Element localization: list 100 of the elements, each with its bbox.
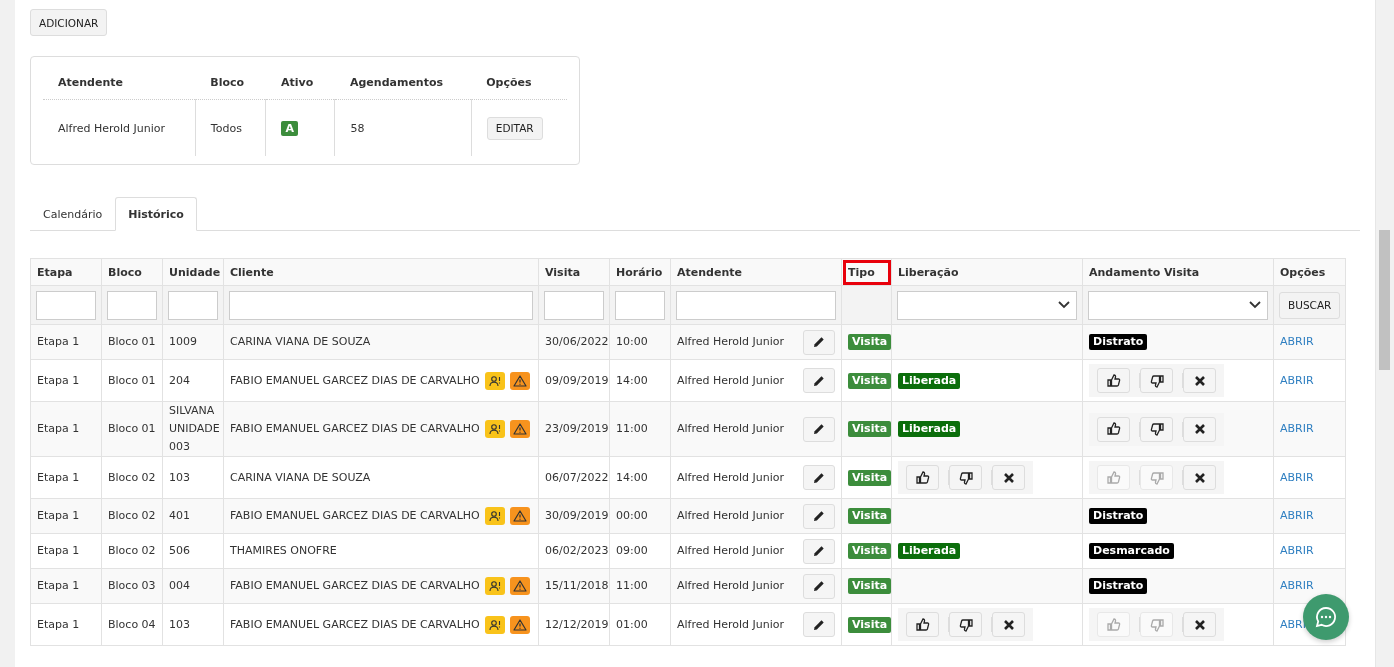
edit-pencil-button[interactable] <box>803 329 835 355</box>
thumbs-down-button[interactable] <box>949 465 982 490</box>
column-header: Atendente <box>43 65 196 100</box>
table-cell: 09/09/2019 <box>538 359 610 402</box>
column-header: Ativo <box>266 65 335 100</box>
pencil-icon <box>813 374 825 387</box>
pencil-icon <box>813 336 825 348</box>
thumbs-up-icon <box>1105 469 1122 486</box>
filter-input[interactable] <box>615 290 665 320</box>
cancel-button[interactable] <box>1183 612 1216 637</box>
edit-pencil-button[interactable] <box>803 416 835 442</box>
cancel-button[interactable] <box>1183 416 1216 442</box>
table-cell: 1009 <box>162 324 224 360</box>
status-badge: Distrato <box>1089 508 1148 524</box>
pencil-icon <box>813 510 825 522</box>
warning-icon <box>509 615 530 634</box>
filter-input[interactable] <box>36 290 96 320</box>
thumbs-down-button[interactable] <box>1140 416 1173 442</box>
thumbs-down-icon <box>957 616 974 633</box>
column-header: Liberação <box>891 258 1083 286</box>
thumbs-down-button[interactable] <box>1140 368 1173 393</box>
thumbs-down-icon <box>1148 469 1165 486</box>
table-cell: 12/12/2019 <box>538 603 610 646</box>
column-header: Horário <box>609 258 671 286</box>
table-cell: Etapa 1 <box>30 456 102 499</box>
tab[interactable]: Calendário <box>30 197 116 231</box>
table-cell: 11:00 <box>609 568 671 604</box>
thumbs-up-button[interactable] <box>1097 416 1130 442</box>
table-cell: Etapa 1 <box>30 498 102 534</box>
column-header: Opções <box>471 65 567 100</box>
filter-input[interactable] <box>168 290 218 320</box>
table-cell: 204 <box>162 359 224 402</box>
filter-input[interactable] <box>676 290 836 320</box>
table-cell: Etapa 1 <box>30 533 102 569</box>
thumbs-up-button[interactable] <box>906 612 939 637</box>
open-link[interactable]: ABRI <box>1280 617 1306 631</box>
open-link[interactable]: ABRIR <box>1280 544 1314 557</box>
active-badge: A <box>281 120 298 136</box>
filter-input[interactable] <box>544 290 604 320</box>
table-cell: Bloco 02 <box>101 498 163 534</box>
table-cell: 103 <box>162 603 224 646</box>
table-cell: Etapa 1 <box>30 603 102 646</box>
thumbs-down-icon <box>1148 421 1165 437</box>
filter-input[interactable] <box>107 290 157 320</box>
table-cell: 103 <box>162 456 224 499</box>
table-cell: Etapa 1 <box>30 568 102 604</box>
open-link[interactable]: ABRIR <box>1280 579 1314 592</box>
thumbs-up-button[interactable] <box>1097 368 1130 393</box>
search-button[interactable]: BUSCAR <box>1279 291 1341 319</box>
table-cell: 004 <box>162 568 224 604</box>
status-badge: Liberada <box>898 372 961 389</box>
column-header: Bloco <box>101 258 163 286</box>
client-name: FABIO EMANUEL GARCEZ DIAS DE CARVALHO <box>230 508 480 524</box>
status-badge: Distrato <box>1089 334 1148 350</box>
thumbs-up-button[interactable] <box>906 465 939 490</box>
chat-bubble-icon <box>1314 605 1338 629</box>
warning-icon <box>509 420 530 438</box>
cancel-button[interactable] <box>992 465 1025 490</box>
open-link[interactable]: ABRIR <box>1280 422 1314 435</box>
thumbs-down-icon <box>1148 616 1165 633</box>
thumbs-down-button[interactable] <box>949 612 982 637</box>
filter-input[interactable] <box>229 290 533 320</box>
warning-icon <box>509 577 530 595</box>
client-name: FABIO EMANUEL GARCEZ DIAS DE CARVALHO <box>230 578 480 594</box>
attendant-name: Alfred Herold Junior <box>677 334 785 350</box>
table-cell: 09:00 <box>609 533 671 569</box>
edit-pencil-button[interactable] <box>803 612 835 637</box>
thumbs-up-icon <box>1105 616 1122 633</box>
pencil-icon <box>813 471 825 484</box>
table-cell: Etapa 1 <box>30 359 102 402</box>
column-header: Tipo <box>841 258 892 286</box>
edit-button[interactable]: EDITAR <box>486 116 543 140</box>
close-icon <box>1193 618 1206 631</box>
open-link[interactable]: ABRIR <box>1280 373 1314 387</box>
type-badge: Visita <box>848 421 892 437</box>
tab[interactable]: Histórico <box>115 197 197 231</box>
thumbs-down-icon <box>1148 372 1165 389</box>
open-link[interactable]: ABRIR <box>1280 335 1314 348</box>
pencil-icon <box>813 423 825 435</box>
table-cell: 15/11/2018 <box>538 568 610 604</box>
column-header: Agendamentos <box>334 65 472 100</box>
thumbs-up-icon <box>1105 421 1122 437</box>
close-icon <box>1002 618 1015 631</box>
edit-pencil-button[interactable] <box>803 465 835 490</box>
table-cell: Bloco 01 <box>101 401 163 457</box>
edit-pencil-button[interactable] <box>803 368 835 393</box>
attendant-name: Alfred Herold Junior <box>677 421 785 437</box>
add-button[interactable]: ADICIONAR <box>30 9 108 36</box>
edit-pencil-button[interactable] <box>803 503 835 529</box>
table-cell: 10:00 <box>609 324 671 360</box>
edit-pencil-button[interactable] <box>803 538 835 564</box>
open-link[interactable]: ABRIR <box>1280 509 1314 522</box>
open-link[interactable]: ABRIR <box>1280 470 1314 484</box>
cancel-button[interactable] <box>992 612 1025 637</box>
table-cell: Bloco 03 <box>101 568 163 604</box>
edit-pencil-button[interactable] <box>803 573 835 599</box>
thumbs-down-icon <box>957 469 974 486</box>
cancel-button[interactable] <box>1183 465 1216 490</box>
cancel-button[interactable] <box>1183 368 1216 393</box>
table-cell: 401 <box>162 498 224 534</box>
